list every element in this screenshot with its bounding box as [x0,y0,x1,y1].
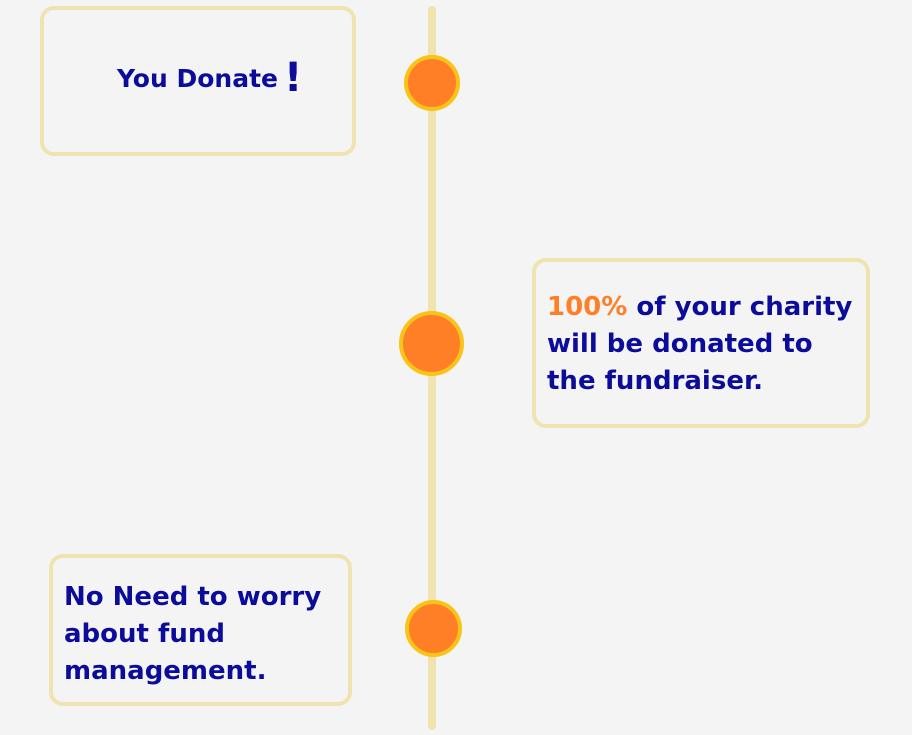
step-text-line-2: will be donated to [547,329,813,359]
step-text-line-1: of your charity [627,292,853,322]
timeline-node-1 [404,55,460,111]
exclamation-mark: ! [284,55,303,101]
step-text-line-2: about fund [64,619,225,649]
step-text-line-3: management. [64,656,267,686]
step-title: You Donate! [117,58,302,98]
step-text-line-1: No Need to worry [64,582,322,612]
timeline-node-2 [399,311,464,376]
step-card-charity: 100% of your charity will be donated to th… [532,258,870,428]
step-text: No Need to worry about fund management. [64,579,344,690]
timeline-node-3 [405,600,462,657]
step-title-text: You Donate [117,64,278,93]
step-text: 100% of your charity will be donated to th… [547,289,867,400]
step-text-line-3: the fundraiser. [547,366,763,396]
percent-highlight: 100% [547,292,628,322]
step-card-donate: You Donate! [40,6,356,156]
step-card-fund-management: No Need to worry about fund management. [49,554,352,706]
